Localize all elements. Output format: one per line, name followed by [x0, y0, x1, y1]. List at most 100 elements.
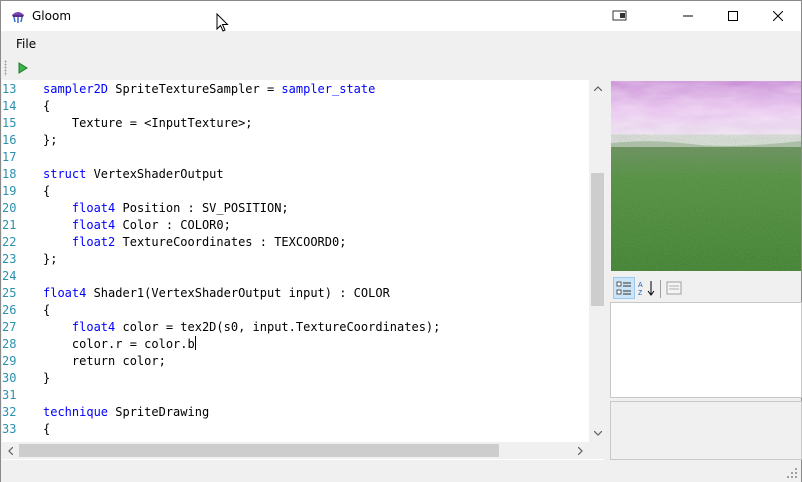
code-editor[interactable]: 13 sampler2D SpriteTextureSampler = sampl…	[2, 80, 606, 460]
scroll-left-icon[interactable]	[2, 442, 19, 459]
line-number: 16	[2, 133, 17, 147]
code-token: Color : COLOR0;	[115, 218, 231, 232]
code-line[interactable]: 28 color.r = color.b	[2, 336, 589, 353]
code-text: float2 TextureCoordinates : TEXCOORD0;	[43, 234, 347, 251]
code-token: SpriteDrawing	[108, 405, 210, 419]
code-line[interactable]: 16};	[2, 132, 589, 149]
line-number: 15	[2, 116, 17, 130]
svg-text:A: A	[638, 282, 643, 289]
horizontal-scroll-thumb[interactable]	[19, 444, 499, 457]
line-number: 18	[2, 167, 17, 181]
code-text: float4 Position : SV_POSITION;	[43, 200, 289, 217]
code-text: {	[43, 98, 50, 115]
code-token: SpriteTextureSampler =	[108, 82, 282, 96]
code-line[interactable]: 31	[2, 387, 589, 404]
code-line[interactable]: 24	[2, 268, 589, 285]
code-line[interactable]: 30}	[2, 370, 589, 387]
scroll-right-icon[interactable]	[572, 442, 589, 459]
line-number: 26	[2, 303, 17, 317]
code-token: color.r = color.b	[43, 337, 195, 351]
vertical-scroll-thumb[interactable]	[591, 173, 604, 306]
app-icon	[10, 9, 26, 25]
property-pages-icon[interactable]	[663, 277, 685, 299]
keyword-token: float4	[43, 286, 87, 300]
alphabetical-sort-icon[interactable]: A Z	[636, 277, 658, 299]
code-token: VertexShaderOutput	[86, 167, 224, 181]
keyword-token: float4	[71, 218, 116, 232]
code-line[interactable]: 19 {	[2, 183, 589, 200]
code-token: };	[43, 252, 58, 266]
code-token: color = tex2D(s0, input.TextureCoordinat…	[115, 320, 441, 334]
keyword-token: float4	[71, 201, 116, 215]
code-token: Shader1(VertexShaderOutput input) : COLO…	[86, 286, 390, 300]
horizontal-scrollbar[interactable]	[2, 442, 589, 459]
resize-grip-icon[interactable]	[786, 467, 798, 479]
title-bar[interactable]: Gloom	[1, 1, 801, 33]
property-grid[interactable]	[610, 302, 802, 398]
line-number: 31	[2, 388, 17, 402]
code-line[interactable]: 18 struct VertexShaderOutput	[2, 166, 589, 183]
code-line[interactable]: 15 Texture = <InputTexture>;	[2, 115, 589, 132]
code-line[interactable]: 13 sampler2D SpriteTextureSampler = sampl…	[2, 81, 589, 98]
window-title: Gloom	[32, 9, 72, 23]
code-line[interactable]: 26 {	[2, 302, 589, 319]
code-line[interactable]: 23};	[2, 251, 589, 268]
code-text: {	[43, 302, 50, 319]
code-text: struct VertexShaderOutput	[43, 166, 224, 183]
code-line[interactable]: 14 {	[2, 98, 589, 115]
line-number: 27	[2, 320, 17, 334]
toolbar	[1, 57, 801, 79]
line-number: 20	[2, 201, 17, 215]
code-token: };	[43, 133, 58, 147]
code-text: }	[43, 370, 50, 387]
scroll-down-icon[interactable]	[589, 425, 606, 442]
menu-bar: File	[1, 32, 801, 56]
mouse-pointer-icon	[216, 12, 230, 33]
code-line[interactable]: 21 float4 Color : COLOR0;	[2, 217, 589, 234]
status-bar	[1, 462, 801, 482]
code-text: return color;	[43, 353, 166, 370]
line-number: 30	[2, 371, 17, 385]
line-number: 23	[2, 252, 17, 266]
code-text: color.r = color.b	[43, 336, 196, 353]
code-line[interactable]: 17	[2, 149, 589, 166]
line-number: 13	[2, 82, 17, 96]
shader-preview-image	[611, 81, 801, 271]
code-text: Texture = <InputTexture>;	[43, 115, 253, 132]
scroll-up-icon[interactable]	[589, 80, 606, 97]
code-token: Texture = <InputTexture>;	[43, 116, 253, 130]
line-number: 14	[2, 99, 17, 113]
keyword-token: float4	[71, 320, 116, 334]
code-line[interactable]: 33 {	[2, 421, 589, 438]
line-number: 22	[2, 235, 17, 249]
code-token: {	[43, 184, 51, 198]
code-line[interactable]: 29 return color;	[2, 353, 589, 370]
code-line[interactable]: 20 float4 Position : SV_POSITION;	[2, 200, 589, 217]
code-text: sampler2D SpriteTextureSampler = sampler…	[43, 81, 375, 98]
code-line[interactable]: 22 float2 TextureCoordinates : TEXCOORD0…	[2, 234, 589, 251]
toolbar-grip[interactable]	[4, 60, 7, 76]
svg-text:Z: Z	[638, 290, 643, 296]
vertical-scrollbar[interactable]	[589, 80, 606, 442]
code-token: {	[43, 422, 51, 436]
code-text: float4 color = tex2D(s0, input.TextureCo…	[43, 319, 440, 336]
run-button[interactable]	[15, 60, 31, 76]
keyword-token: technique	[43, 405, 109, 419]
close-icon[interactable]	[755, 1, 801, 31]
minimize-icon[interactable]	[665, 1, 711, 31]
code-token: Position : SV_POSITION;	[115, 201, 289, 215]
maximize-icon[interactable]	[710, 1, 756, 31]
code-line[interactable]: 27 float4 color = tex2D(s0, input.Textur…	[2, 319, 589, 336]
restore-window-icon[interactable]	[597, 1, 643, 31]
categorized-view-icon[interactable]	[613, 277, 635, 299]
code-text: technique SpriteDrawing	[43, 404, 209, 421]
menu-file[interactable]: File	[10, 36, 42, 52]
code-line[interactable]: 32 technique SpriteDrawing	[2, 404, 589, 421]
code-text-area[interactable]: 13 sampler2D SpriteTextureSampler = sampl…	[2, 80, 589, 442]
keyword-token: struct	[43, 167, 87, 181]
code-line[interactable]: 25 float4 Shader1(VertexShaderOutput inpu…	[2, 285, 589, 302]
